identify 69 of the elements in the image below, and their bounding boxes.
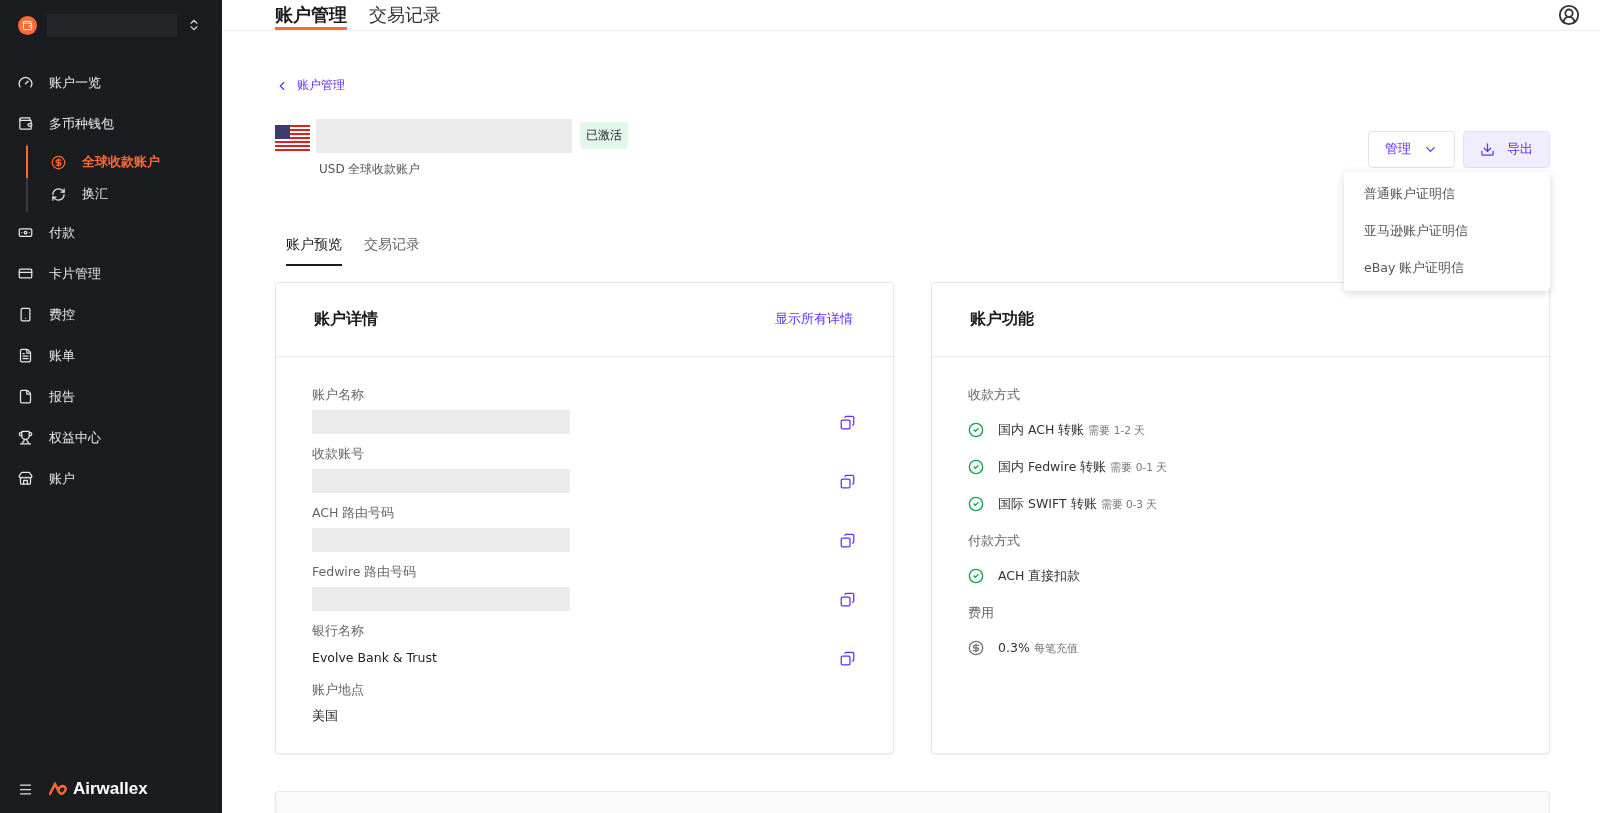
download-icon (1480, 141, 1495, 157)
brand-logo: Airwallex (49, 779, 148, 799)
sidebar-item[interactable]: 多币种钱包 (18, 103, 222, 144)
nav-icon (18, 75, 33, 90)
field-label: 账户地点 (312, 681, 364, 699)
nav-icon (18, 348, 33, 363)
field-label: Fedwire 路由号码 (312, 563, 418, 581)
field-label: 银行名称 (312, 622, 365, 640)
nav-icon (18, 225, 33, 240)
nav-icon (18, 307, 33, 322)
sidebar-item[interactable]: 费控 (18, 294, 222, 335)
section-heading: 付款方式 (968, 532, 1021, 550)
nav-icon (51, 154, 66, 170)
user-avatar-icon[interactable] (1558, 4, 1580, 26)
header-tab[interactable]: 账户管理 (275, 0, 347, 30)
sidebar-item[interactable]: 账单 (18, 335, 222, 376)
feature-text: 国际 SWIFT 转账 需要 0-3 天 (998, 495, 1158, 513)
sidebar-item[interactable]: 卡片管理 (18, 253, 222, 294)
header-tab[interactable]: 交易记录 (369, 0, 441, 30)
feature-text: 国内 Fedwire 转账 需要 0-1 天 (998, 458, 1168, 476)
status-badge: 已激活 (580, 122, 628, 149)
feature-text: 0.3% 每笔充值 (998, 639, 1078, 656)
check-circle-icon (968, 496, 984, 512)
tab[interactable]: 交易记录 (364, 235, 420, 266)
selection-indicator (26, 146, 28, 178)
field-value: Evolve Bank & Trust (312, 649, 437, 667)
menu-item[interactable]: 普通账户证明信 (1344, 175, 1550, 213)
section-heading: 收款方式 (968, 386, 1021, 404)
sidebar-subitem[interactable]: 全球收款账户 (26, 146, 222, 178)
section-heading: 费用 (968, 604, 995, 622)
nav-icon (51, 186, 66, 202)
nav-icon (18, 266, 33, 281)
show-details-link[interactable]: 显示所有详情 (775, 310, 853, 328)
back-link[interactable]: 账户管理 (275, 77, 345, 94)
nav-icon (18, 116, 33, 131)
sidebar-item[interactable]: 付款 (18, 212, 222, 253)
nav-icon (18, 471, 33, 486)
copy-icon[interactable] (840, 414, 855, 430)
manage-button[interactable]: 管理 (1368, 130, 1455, 168)
copy-icon[interactable] (840, 591, 855, 607)
feature-text: ACH 直接扣款 (998, 567, 1081, 585)
menu-item[interactable]: eBay 账户证明信 (1344, 249, 1550, 287)
check-circle-icon (968, 568, 984, 584)
sidebar-item[interactable]: 账户 (18, 458, 222, 499)
us-flag-icon (275, 124, 310, 151)
feature-text: 国内 ACH 转账 需要 1-2 天 (998, 421, 1146, 439)
export-button[interactable]: 导出 (1463, 130, 1550, 168)
menu-icon[interactable] (18, 781, 33, 797)
card-title: 账户功能 (970, 308, 1034, 330)
menu-item[interactable]: 亚马逊账户证明信 (1344, 212, 1550, 250)
sidebar-item[interactable]: 权益中心 (18, 417, 222, 458)
card-title: 账户详情 (314, 308, 378, 330)
nav-icon (18, 389, 33, 404)
field-value: 美国 (312, 707, 339, 725)
copy-icon[interactable] (840, 532, 855, 548)
check-circle-icon (968, 459, 984, 475)
sidebar-item[interactable]: 账户一览 (18, 62, 222, 103)
check-circle-icon (968, 422, 984, 438)
field-label: 账户名称 (312, 386, 365, 404)
copy-icon[interactable] (840, 650, 855, 666)
field-label: ACH 路由号码 (312, 504, 396, 522)
dollar-circle-icon (968, 639, 984, 656)
sidebar-item[interactable]: 报告 (18, 376, 222, 417)
copy-icon[interactable] (840, 473, 855, 489)
tab[interactable]: 账户预览 (286, 235, 342, 266)
sidebar-subitem[interactable]: 换汇 (26, 178, 222, 210)
field-label: 收款账号 (312, 445, 365, 463)
nav-icon (18, 430, 33, 445)
account-subtitle: USD 全球收款账户 (319, 160, 422, 178)
